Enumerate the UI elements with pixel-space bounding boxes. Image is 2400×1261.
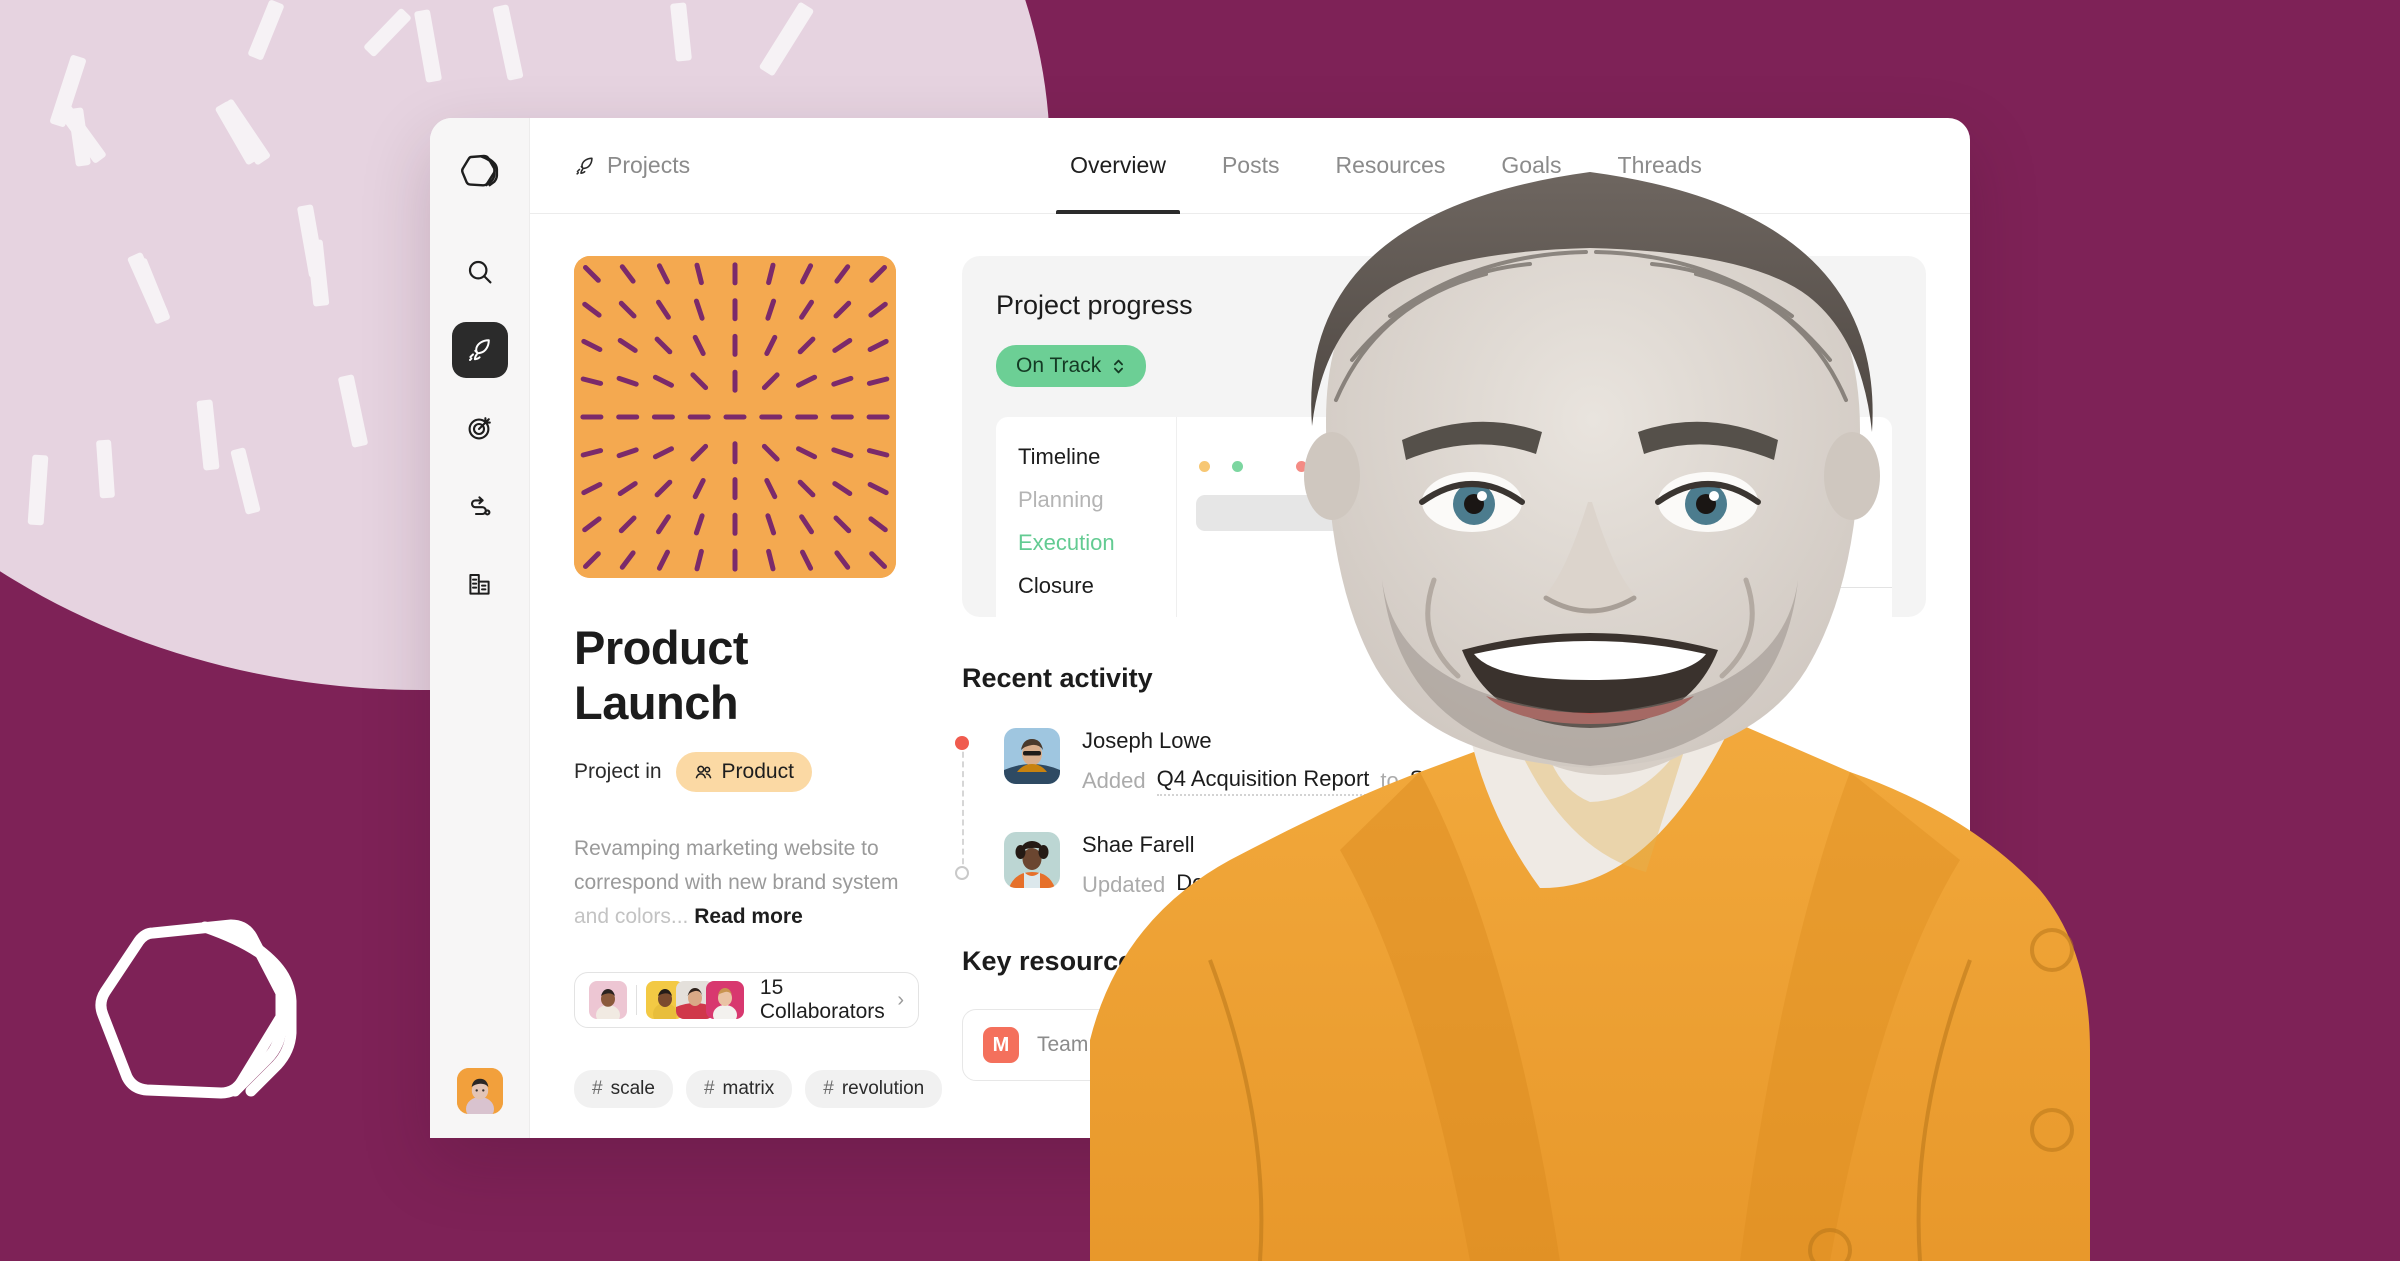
- hash-icon: #: [823, 1078, 834, 1100]
- project-team-row: Project in Product: [574, 752, 904, 792]
- rocket-icon: [468, 339, 490, 361]
- project-in-label: Project in: [574, 760, 662, 783]
- tag-revolution[interactable]: # revolution: [805, 1070, 943, 1109]
- tag-matrix[interactable]: # matrix: [685, 1070, 793, 1109]
- brand-watermark-icon: [95, 919, 297, 1099]
- page-title: Product Launch: [574, 621, 749, 729]
- project-cover-image: [574, 256, 896, 578]
- hexagon-stack-icon: [460, 154, 498, 187]
- chevron-right-icon: ›: [897, 988, 904, 1011]
- avatar: [705, 981, 744, 1020]
- team-chip[interactable]: Product: [675, 752, 812, 792]
- sidebar-item-paths[interactable]: [452, 478, 508, 534]
- sidebar-item-org[interactable]: [452, 556, 508, 612]
- radial-dash-pattern-icon: [574, 256, 896, 578]
- breadcrumb[interactable]: Projects: [574, 152, 690, 179]
- resource-badge-icon: M: [983, 1027, 1019, 1063]
- sidebar-nav: [430, 118, 530, 1138]
- foreground-portrait-illustration: [1090, 172, 2090, 1261]
- user-photo-icon: [1004, 832, 1060, 888]
- project-detail-panel: Product Launch Project in Product Revamp…: [574, 256, 943, 1138]
- rocket-icon: [576, 157, 593, 175]
- collaborators-count-label: 15 Collaborators: [759, 976, 885, 1024]
- activity-node-inactive: [955, 866, 969, 880]
- target-icon: [468, 417, 491, 440]
- resource-label: Team: [1037, 1033, 1089, 1056]
- sidebar-item-logo[interactable]: [452, 142, 508, 198]
- breadcrumb-label: Projects: [607, 152, 691, 178]
- sidebar-item-projects[interactable]: [451, 322, 508, 378]
- building-icon: [468, 574, 490, 595]
- sidebar-item-search[interactable]: [452, 244, 508, 300]
- hash-icon: #: [592, 1078, 603, 1100]
- user-photo-icon: [705, 981, 744, 1020]
- status-badge-label: On Track: [1016, 354, 1102, 377]
- tag-label: matrix: [722, 1078, 775, 1100]
- read-more-link[interactable]: Read more: [694, 905, 803, 928]
- tag-label: revolution: [841, 1078, 925, 1100]
- team-chip-label: Product: [721, 760, 794, 783]
- sidebar-item-goals[interactable]: [452, 400, 508, 456]
- avatar-divider: [636, 985, 637, 1016]
- project-description: Revamping marketing website to correspon…: [574, 832, 904, 934]
- people-icon: [695, 765, 711, 778]
- avatar[interactable]: [456, 1068, 503, 1114]
- user-photo-icon: [1004, 728, 1060, 784]
- hash-icon: #: [703, 1078, 715, 1100]
- project-description-fade: and colors...: [574, 905, 689, 929]
- avatar: [589, 981, 627, 1020]
- avatar: [1004, 832, 1060, 888]
- user-photo-icon: [589, 981, 627, 1020]
- collaborators-button[interactable]: 15 Collaborators ›: [574, 972, 919, 1029]
- tag-list: # scale # matrix # revolution: [574, 1070, 943, 1109]
- activity-timeline-track: [962, 742, 964, 874]
- avatar: [1004, 728, 1060, 784]
- tag-label: scale: [610, 1078, 655, 1100]
- tag-scale[interactable]: # scale: [574, 1070, 673, 1109]
- project-description-text: Revamping marketing website to correspon…: [574, 837, 899, 895]
- search-icon: [468, 260, 491, 284]
- route-icon: [470, 496, 490, 516]
- activity-node-active: [955, 736, 969, 750]
- user-photo-icon: [456, 1068, 503, 1114]
